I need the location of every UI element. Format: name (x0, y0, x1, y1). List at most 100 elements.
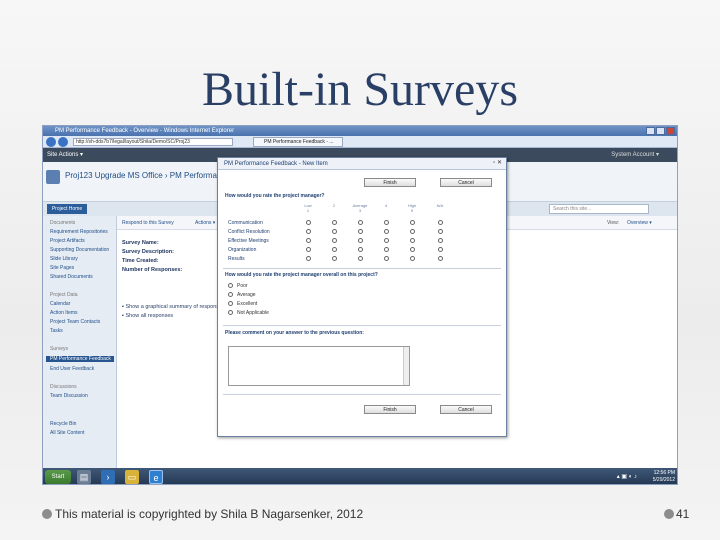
user-menu[interactable]: System Account ▾ (611, 148, 659, 162)
quick-launch-item[interactable]: Calendar (50, 301, 70, 307)
cancel-button[interactable]: Cancel (440, 405, 492, 414)
minimize-button[interactable] (646, 127, 655, 135)
window-controls (646, 127, 675, 135)
forward-icon[interactable] (58, 137, 68, 147)
quick-launch-item[interactable]: Action Items (50, 310, 78, 316)
quick-launch-item[interactable]: Tasks (50, 328, 63, 334)
search-input[interactable]: Search this site... (549, 204, 649, 214)
scale-header: 4 (384, 203, 388, 208)
criterion-label: Conflict Resolution (228, 229, 270, 235)
rating-radio[interactable] (384, 256, 389, 261)
quick-launch-item[interactable]: Site Pages (50, 265, 74, 271)
rating-radio[interactable] (358, 256, 363, 261)
option-label: Excellent (237, 301, 258, 307)
rating-radio[interactable] (438, 229, 443, 234)
site-actions-menu[interactable]: Site Actions ▾ (47, 148, 83, 162)
rating-radio[interactable] (410, 229, 415, 234)
rating-radio[interactable] (332, 220, 337, 225)
scale-header: 2 (332, 203, 336, 208)
scale-header: High 5 (407, 203, 417, 213)
radio-excellent[interactable] (228, 301, 233, 306)
quick-launch-item[interactable]: Shared Documents (50, 274, 93, 280)
address-bar-area: http://sh-dds7b7/legal/layout/Shila/Demo… (43, 136, 677, 148)
quick-launch-item[interactable]: Documents (50, 220, 75, 226)
scale-header: Average 3 (352, 203, 368, 213)
comment-textarea[interactable] (228, 346, 410, 386)
explorer-icon[interactable]: ▭ (125, 470, 139, 484)
quick-launch-item[interactable]: Requirement Repositories (50, 229, 108, 235)
actions-menu[interactable]: Actions ▾ (195, 216, 215, 230)
rating-radio[interactable] (384, 238, 389, 243)
rating-radio[interactable] (384, 229, 389, 234)
finish-button-top[interactable]: Finish (364, 178, 416, 187)
rating-radio[interactable] (306, 229, 311, 234)
window-title: PM Performance Feedback - Overview - Win… (55, 128, 235, 134)
browser-titlebar: PM Performance Feedback - Overview - Win… (43, 126, 677, 136)
address-input[interactable]: http://sh-dds7b7/legal/layout/Shila/Demo… (73, 138, 233, 146)
rating-radio[interactable] (358, 220, 363, 225)
criterion-label: Organization (228, 247, 257, 253)
quick-launch-item[interactable]: All Site Content (50, 430, 84, 436)
rating-radio[interactable] (410, 220, 415, 225)
internet-explorer-icon[interactable]: e (149, 470, 163, 484)
rating-radio[interactable] (358, 238, 363, 243)
rating-radio[interactable] (410, 247, 415, 252)
rating-radio[interactable] (438, 238, 443, 243)
footer-bullet-icon (42, 509, 52, 519)
radio-average[interactable] (228, 292, 233, 297)
start-button[interactable]: Start (45, 470, 71, 484)
rating-radio[interactable] (332, 238, 337, 243)
quick-launch-item[interactable]: Surveys (50, 346, 68, 352)
quick-launch-item[interactable]: Project Artifacts (50, 238, 85, 244)
close-button[interactable] (666, 127, 675, 135)
slide-title: Built-in Surveys (201, 63, 518, 116)
rating-radio[interactable] (410, 238, 415, 243)
textarea-scrollbar[interactable] (403, 347, 409, 385)
finish-button[interactable]: Finish (364, 405, 416, 414)
quick-launch-item[interactable]: Discussions (50, 384, 77, 390)
divider (223, 325, 501, 326)
rating-radio[interactable] (306, 220, 311, 225)
powershell-icon[interactable]: › (101, 470, 115, 484)
rating-radio[interactable] (438, 220, 443, 225)
rating-radio[interactable] (438, 247, 443, 252)
rating-radio[interactable] (332, 247, 337, 252)
quick-launch-item[interactable]: PM Performance Feedback (46, 356, 114, 362)
quick-launch-item[interactable]: Recycle Bin (50, 421, 76, 427)
radio-not-applicable[interactable] (228, 310, 233, 315)
site-logo-icon (46, 170, 60, 184)
criterion-label: Effective Meetings (228, 238, 269, 244)
all-responses-link[interactable]: ▪ Show all responses (122, 313, 173, 319)
rating-radio[interactable] (384, 220, 389, 225)
rating-radio[interactable] (358, 229, 363, 234)
rating-radio[interactable] (438, 256, 443, 261)
tab-project-home[interactable]: Project Home (47, 204, 87, 214)
respond-link[interactable]: Respond to this Survey (122, 216, 174, 230)
quick-launch-item[interactable]: Slide Library (50, 256, 78, 262)
quick-launch-item[interactable]: Team Discussion (50, 393, 88, 399)
quick-launch-item[interactable]: Project Data (50, 292, 78, 298)
survey-name-label: Survey Name: (122, 240, 159, 246)
rating-radio[interactable] (306, 238, 311, 243)
rating-radio[interactable] (332, 256, 337, 261)
server-manager-icon[interactable]: ▤ (77, 470, 91, 484)
cancel-button-top[interactable]: Cancel (440, 178, 492, 187)
rating-radio[interactable] (384, 247, 389, 252)
radio-poor[interactable] (228, 283, 233, 288)
maximize-button[interactable] (656, 127, 665, 135)
new-item-dialog: PM Performance Feedback - New Item ▫ ✕ F… (217, 157, 507, 437)
dialog-close-icon[interactable]: ▫ ✕ (493, 159, 502, 166)
rating-radio[interactable] (410, 256, 415, 261)
rating-radio[interactable] (332, 229, 337, 234)
rating-radio[interactable] (306, 256, 311, 261)
quick-launch-item[interactable]: Supporting Documentation (50, 247, 109, 253)
rating-radio[interactable] (306, 247, 311, 252)
graphical-summary-link[interactable]: ▪ Show a graphical summary of responses (122, 304, 225, 310)
scale-header: Low 1 (304, 203, 312, 213)
rating-radio[interactable] (358, 247, 363, 252)
back-icon[interactable] (46, 137, 56, 147)
quick-launch-item[interactable]: Project Team Contacts (50, 319, 100, 325)
quick-launch-item[interactable]: End User Feedback (50, 366, 94, 372)
browser-tab[interactable]: PM Performance Feedback - ... (253, 137, 343, 147)
view-select[interactable]: Overview ▾ (627, 216, 652, 230)
